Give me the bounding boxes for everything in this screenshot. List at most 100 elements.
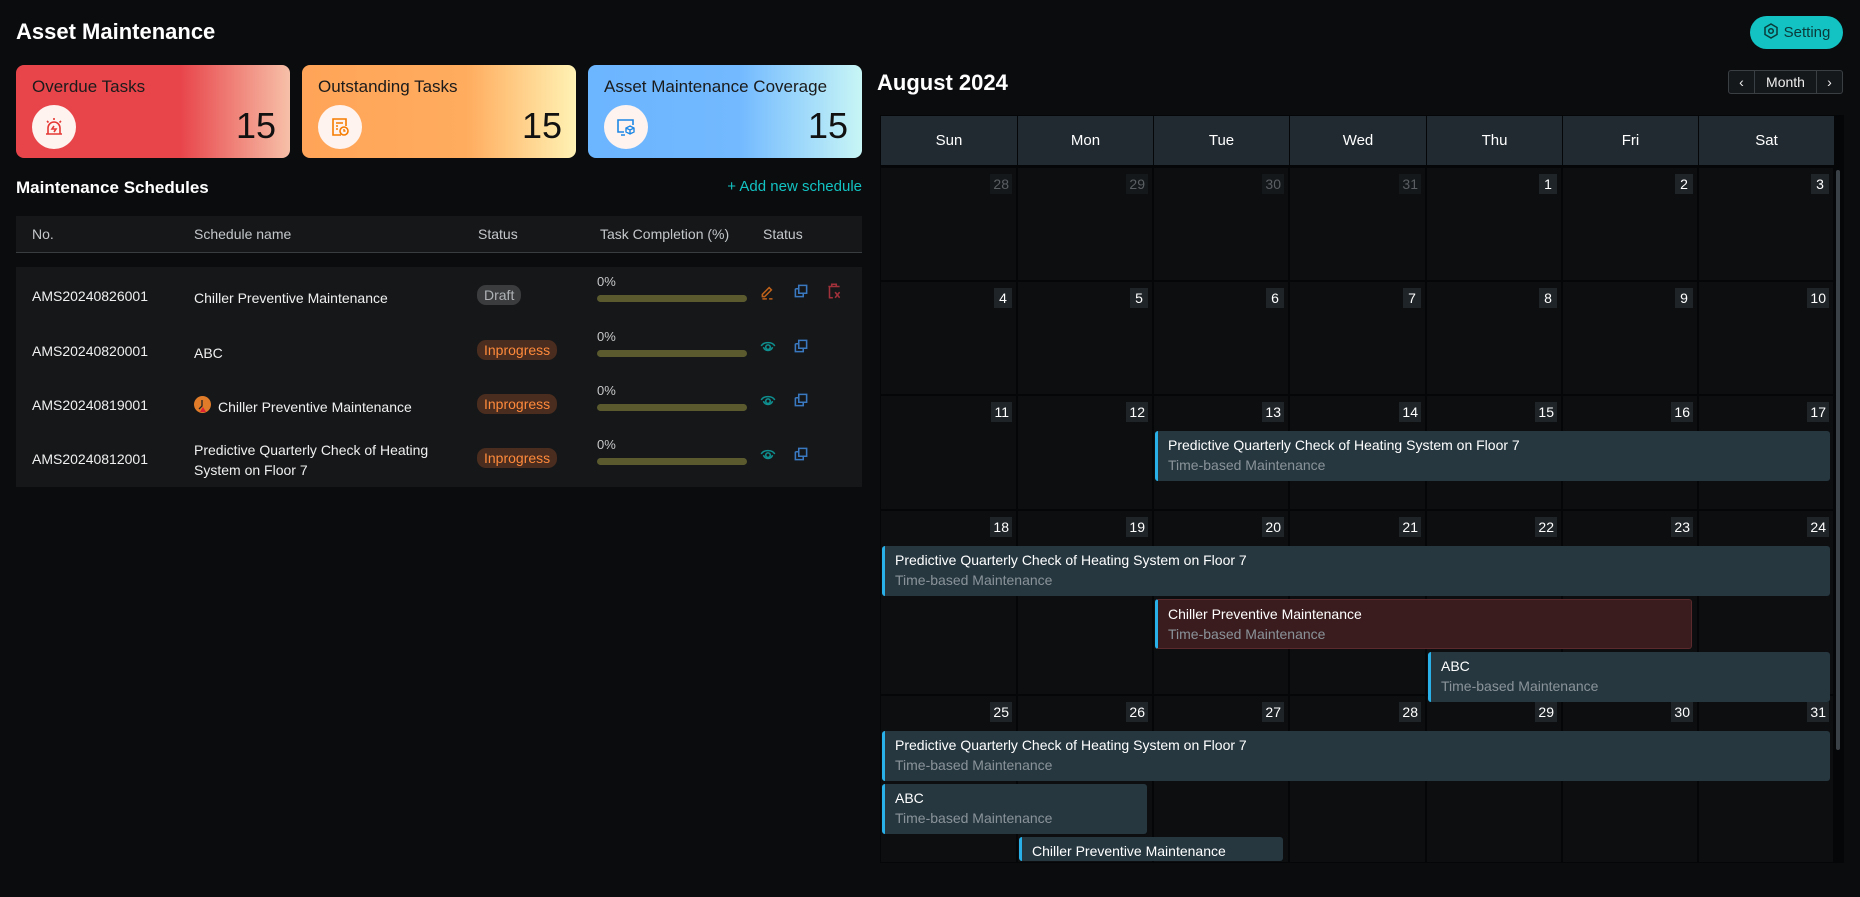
view-icon[interactable] [759, 445, 777, 466]
day-cell[interactable]: 30 [1154, 168, 1288, 280]
view-icon[interactable] [759, 337, 777, 358]
schedule-name[interactable]: Chiller Preventive Maintenance [194, 288, 454, 308]
day-number: 22 [1535, 517, 1557, 537]
day-number: 3 [1811, 174, 1829, 194]
calendar-event[interactable]: Predictive Quarterly Check of Heating Sy… [882, 731, 1830, 781]
add-schedule-button[interactable]: + Add new schedule [720, 178, 862, 195]
completion-text: 0% [597, 274, 616, 289]
event-title: Predictive Quarterly Check of Heating Sy… [1168, 437, 1520, 453]
day-number: 8 [1539, 288, 1557, 308]
setting-label: Setting [1783, 24, 1831, 41]
day-number: 30 [1671, 702, 1693, 722]
day-number: 2 [1675, 174, 1693, 194]
setting-button[interactable]: Setting [1750, 16, 1843, 49]
asset-box-icon [604, 105, 648, 149]
alarm-icon [32, 105, 76, 149]
day-header: Thu [1427, 116, 1562, 165]
calendar-event[interactable]: ABC Time-based Maintenance [882, 784, 1147, 834]
day-header: Wed [1290, 116, 1426, 165]
status-badge: Inprogress [477, 340, 558, 360]
schedule-name[interactable]: Predictive Quarterly Check of Heating Sy… [194, 440, 464, 480]
day-header: Sun [881, 116, 1017, 165]
add-schedule-label: Add new schedule [739, 178, 862, 195]
view-select[interactable]: Month [1755, 71, 1816, 93]
edit-icon[interactable] [759, 282, 777, 303]
copy-icon[interactable] [792, 337, 810, 358]
day-cell[interactable]: 8 [1427, 282, 1561, 394]
day-number: 28 [990, 174, 1012, 194]
day-cell[interactable]: 2 [1563, 168, 1697, 280]
asset-coverage-card[interactable]: Asset Maintenance Coverage 15 [588, 65, 862, 158]
schedule-name[interactable]: Chiller Preventive Maintenance [218, 397, 478, 417]
day-number: 21 [1399, 517, 1421, 537]
day-number: 10 [1807, 288, 1829, 308]
day-number: 20 [1262, 517, 1284, 537]
completion-text: 0% [597, 329, 616, 344]
day-cell[interactable]: 4 [881, 282, 1016, 394]
copy-icon[interactable] [792, 282, 810, 303]
calendar-grid: Sun Mon Tue Wed Thu Fri Sat 28 29 30 31 1 2 3 4 5 6 7 8 9 10… [880, 115, 1844, 863]
completion-text: 0% [597, 437, 616, 452]
day-number: 27 [1262, 702, 1284, 722]
event-subtitle: Time-based Maintenance [895, 757, 1053, 773]
event-title: Chiller Preventive Maintenance [1032, 843, 1226, 859]
status-badge: Draft [477, 285, 522, 305]
day-number: 1 [1539, 174, 1557, 194]
day-cell[interactable]: 19 [1018, 511, 1152, 694]
day-number: 11 [991, 402, 1012, 422]
day-cell[interactable]: 3 [1699, 168, 1833, 280]
day-cell[interactable]: 6 [1154, 282, 1288, 394]
day-cell[interactable]: 5 [1018, 282, 1152, 394]
day-cell[interactable]: 18 [881, 511, 1016, 694]
schedule-no: AMS20240819001 [32, 397, 148, 413]
next-month-button[interactable]: › [1816, 71, 1842, 93]
day-cell[interactable]: 1 [1427, 168, 1561, 280]
overdue-tasks-card[interactable]: Overdue Tasks 15 [16, 65, 290, 158]
day-number: 7 [1403, 288, 1421, 308]
view-icon[interactable] [759, 391, 777, 412]
copy-icon[interactable] [792, 445, 810, 466]
section-title: Maintenance Schedules [16, 178, 209, 197]
card-label: Asset Maintenance Coverage [604, 77, 828, 96]
completion-bar [597, 350, 747, 357]
day-number: 30 [1262, 174, 1284, 194]
prev-month-button[interactable]: ‹ [1729, 71, 1755, 93]
event-subtitle: Time-based Maintenance [1168, 626, 1326, 642]
day-number: 18 [990, 517, 1012, 537]
day-cell[interactable]: 28 [881, 168, 1016, 280]
outstanding-tasks-card[interactable]: Outstanding Tasks 15 [302, 65, 576, 158]
schedule-name[interactable]: ABC [194, 343, 454, 363]
day-cell[interactable]: 7 [1290, 282, 1425, 394]
table-row[interactable]: AMS20240826001 Chiller Preventive Mainten… [16, 269, 862, 323]
day-header: Sat [1699, 116, 1834, 165]
day-cell[interactable]: 11 [881, 396, 1016, 509]
day-cell[interactable]: 29 [1018, 168, 1152, 280]
card-value: 15 [235, 105, 276, 146]
calendar-event[interactable]: ABC Time-based Maintenance [1428, 652, 1830, 702]
event-subtitle: Time-based Maintenance [1441, 678, 1599, 694]
table-row[interactable]: AMS20240819001 Chiller Preventive Mainten… [16, 378, 862, 432]
day-number: 13 [1262, 402, 1284, 422]
table-row[interactable]: AMS20240812001 Predictive Quarterly Check… [16, 432, 862, 486]
calendar-event[interactable]: Chiller Preventive MaintenanceTime-based… [1155, 599, 1692, 649]
card-value: 15 [807, 105, 848, 146]
day-number: 14 [1399, 402, 1421, 422]
delete-icon[interactable] [825, 282, 843, 303]
calendar-event[interactable]: Predictive Quarterly Check of Heating Sy… [1155, 431, 1830, 481]
table-row[interactable]: AMS20240820001 ABC Inprogress 0% [16, 324, 862, 378]
chevron-right-icon: › [1827, 74, 1832, 90]
day-cell[interactable]: 31 [1290, 168, 1425, 280]
event-title: ABC [895, 790, 924, 806]
calendar-scrollbar[interactable] [1836, 170, 1840, 750]
day-number: 6 [1266, 288, 1284, 308]
day-number: 23 [1671, 517, 1693, 537]
copy-icon[interactable] [792, 391, 810, 412]
day-cell[interactable]: 9 [1563, 282, 1697, 394]
day-cell[interactable]: 10 [1699, 282, 1833, 394]
calendar-event[interactable]: Chiller Preventive MaintenanceTime-based… [1019, 837, 1283, 861]
chevron-left-icon: ‹ [1739, 74, 1744, 90]
day-number: 26 [1126, 702, 1148, 722]
schedule-no: AMS20240826001 [32, 288, 148, 304]
day-cell[interactable]: 12 [1018, 396, 1152, 509]
calendar-event[interactable]: Predictive Quarterly Check of Heating Sy… [882, 546, 1830, 596]
